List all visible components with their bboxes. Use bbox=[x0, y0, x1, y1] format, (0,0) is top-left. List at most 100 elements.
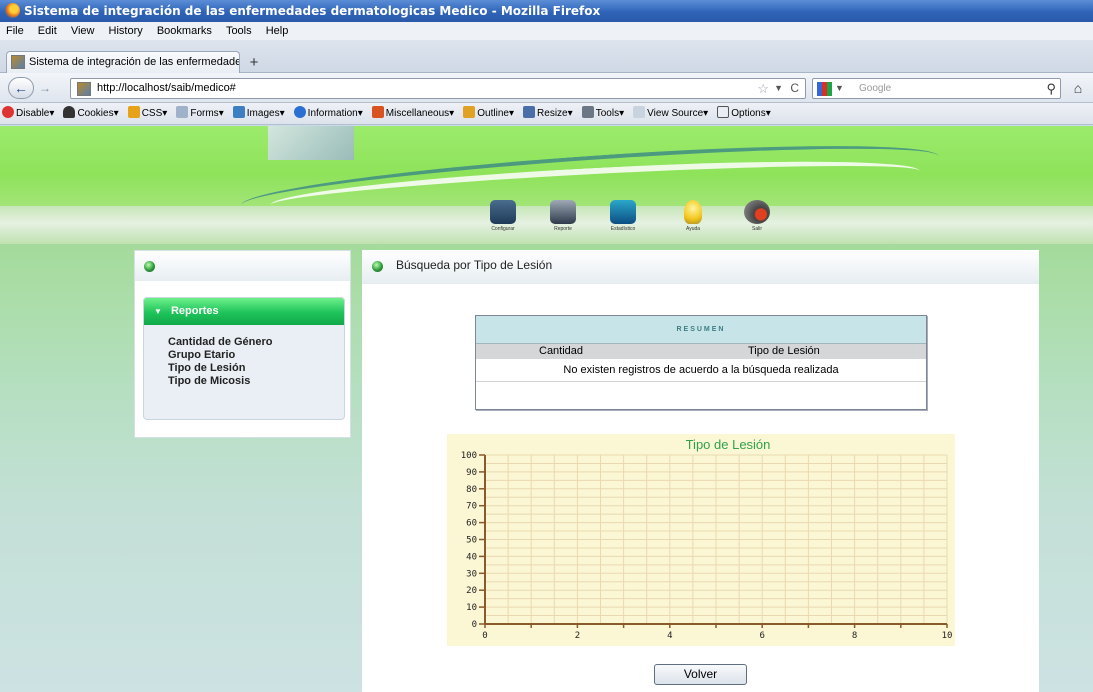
summary-caption: RESUMEN bbox=[476, 316, 926, 344]
dev-resize[interactable]: Resize▾ bbox=[523, 103, 573, 124]
dev-miscellaneous[interactable]: Miscellaneous▾ bbox=[371, 103, 454, 124]
images-icon bbox=[232, 106, 245, 118]
firefox-icon bbox=[5, 3, 20, 18]
dev-css[interactable]: CSS▾ bbox=[127, 103, 167, 124]
main-panel: Búsqueda por Tipo de Lesión RESUMEN Cant… bbox=[362, 250, 1039, 692]
bookmark-star-icon[interactable]: ☆ bbox=[757, 79, 769, 98]
view-source-icon bbox=[633, 106, 646, 118]
search-input[interactable]: ▼ Google ⚲ bbox=[812, 78, 1061, 99]
css-icon bbox=[127, 106, 140, 118]
dev-options[interactable]: Options▾ bbox=[717, 103, 771, 124]
miscellaneous-icon bbox=[371, 106, 384, 118]
information-icon bbox=[293, 106, 306, 118]
x-tick-label: 10 bbox=[942, 631, 953, 641]
tab-bar: Sistema de integración de las enfermedad… bbox=[0, 40, 1093, 73]
dev-view-source[interactable]: View Source▾ bbox=[633, 103, 708, 124]
summary-header-row: Cantidad Tipo de Lesión bbox=[476, 344, 926, 359]
monitor-icon bbox=[490, 200, 516, 224]
browser-tab[interactable]: Sistema de integración de las enfermedad… bbox=[6, 51, 240, 73]
nav-reporte[interactable]: Reporte bbox=[543, 200, 583, 232]
x-tick-label: 4 bbox=[667, 631, 672, 641]
summary-table: RESUMEN Cantidad Tipo de Lesión No exist… bbox=[475, 315, 927, 410]
nav-estadistico[interactable]: Estadístico bbox=[603, 200, 643, 232]
window-title-bar: Sistema de integración de las enfermedad… bbox=[0, 0, 1093, 22]
lesion-chart: 0 10 20 30 40 50 60 70 80 90 100 0 2 4 6 8 10 Tipo de Les… bbox=[461, 437, 953, 641]
nav-ayuda[interactable]: Ayuda bbox=[673, 200, 713, 232]
nav-salir[interactable]: Salir bbox=[737, 200, 777, 232]
cookies-icon bbox=[63, 106, 76, 118]
column-header-tipo-lesion: Tipo de Lesión bbox=[748, 345, 820, 357]
dev-cookies[interactable]: Cookies▾ bbox=[63, 103, 119, 124]
menu-bar: File Edit View History Bookmarks Tools H… bbox=[0, 22, 1093, 40]
new-tab-button[interactable]: + bbox=[244, 54, 264, 72]
column-header-cantidad: Cantidad bbox=[539, 345, 584, 357]
site-favicon-icon bbox=[11, 55, 25, 69]
y-tick-label: 20 bbox=[466, 586, 477, 596]
database-icon bbox=[610, 200, 636, 224]
y-tick-label: 60 bbox=[466, 519, 477, 529]
home-button[interactable]: ⌂ bbox=[1067, 78, 1089, 99]
tab-label: Sistema de integración de las enfermedad… bbox=[29, 56, 240, 68]
y-tick-label: 30 bbox=[466, 569, 477, 579]
chart-area: 0 10 20 30 40 50 60 70 80 90 100 0 2 4 6 8 10 Tipo de Les… bbox=[447, 434, 955, 646]
sidebar-item-grupo-etario[interactable]: Grupo Etario bbox=[168, 349, 344, 362]
y-tick-label: 50 bbox=[466, 536, 477, 546]
menu-history[interactable]: History bbox=[109, 22, 143, 40]
back-button[interactable]: ← bbox=[8, 77, 34, 99]
forward-button[interactable]: → bbox=[36, 79, 54, 97]
exit-icon bbox=[744, 200, 770, 224]
window-title: Sistema de integración de las enfermedad… bbox=[24, 4, 601, 18]
page-title: Búsqueda por Tipo de Lesión bbox=[396, 258, 553, 272]
dev-information[interactable]: Information▾ bbox=[293, 103, 363, 124]
menu-tools[interactable]: Tools bbox=[226, 22, 252, 40]
search-engine-dropdown-icon[interactable]: ▼ bbox=[835, 79, 844, 98]
dev-images[interactable]: Images▾ bbox=[232, 103, 285, 124]
url-bar[interactable]: http://localhost/saib/medico# ☆ ▼ C bbox=[70, 78, 806, 99]
navigation-toolbar: ← → http://localhost/saib/medico# ☆ ▼ C … bbox=[0, 73, 1093, 103]
back-button-volver[interactable]: Volver bbox=[654, 664, 747, 685]
resize-icon bbox=[523, 106, 536, 118]
banner-photo bbox=[268, 126, 354, 160]
chart-title: Tipo de Lesión bbox=[686, 437, 771, 452]
y-tick-label: 10 bbox=[466, 603, 477, 613]
search-placeholder: Google bbox=[859, 83, 892, 94]
dev-outline[interactable]: Outline▾ bbox=[463, 103, 514, 124]
main-panel-header: Búsqueda por Tipo de Lesión bbox=[362, 250, 1039, 284]
y-tick-label: 70 bbox=[466, 502, 477, 512]
reload-icon[interactable]: C bbox=[790, 79, 799, 98]
page-viewport: Configurar Reporte Estadístico Ayuda Sal… bbox=[0, 126, 1093, 692]
y-tick-label: 100 bbox=[461, 451, 477, 461]
sidebar-item-tipo-lesion[interactable]: Tipo de Lesión bbox=[168, 362, 344, 375]
green-bullet-icon bbox=[144, 261, 155, 272]
search-icon[interactable]: ⚲ bbox=[1046, 79, 1056, 98]
printer-icon bbox=[550, 200, 576, 224]
nav-configurar[interactable]: Configurar bbox=[483, 200, 523, 232]
menu-edit[interactable]: Edit bbox=[38, 22, 57, 40]
menu-help[interactable]: Help bbox=[266, 22, 289, 40]
sidebar-item-tipo-micosis[interactable]: Tipo de Micosis bbox=[168, 375, 344, 388]
reports-menu-header[interactable]: ▼ Reportes bbox=[144, 298, 344, 325]
url-dropdown-icon[interactable]: ▼ bbox=[774, 79, 783, 98]
chevron-down-icon: ▼ bbox=[154, 307, 162, 316]
outline-icon bbox=[463, 106, 476, 118]
site-favicon-icon bbox=[77, 82, 91, 96]
sidebar-item-cantidad-genero[interactable]: Cantidad de Género bbox=[168, 336, 344, 349]
reports-menu: ▼ Reportes Cantidad de Género Grupo Etar… bbox=[143, 297, 345, 420]
dev-tools[interactable]: Tools▾ bbox=[581, 103, 624, 124]
menu-bookmarks[interactable]: Bookmarks bbox=[157, 22, 212, 40]
forms-icon bbox=[176, 106, 189, 118]
y-tick-label: 0 bbox=[472, 620, 477, 630]
y-tick-label: 90 bbox=[466, 468, 477, 478]
sidebar-panel: ▼ Reportes Cantidad de Género Grupo Etar… bbox=[134, 250, 351, 438]
google-logo-icon bbox=[817, 82, 832, 96]
dev-forms[interactable]: Forms▾ bbox=[176, 103, 224, 124]
dev-disable[interactable]: Disable▾ bbox=[2, 103, 54, 124]
lightbulb-icon bbox=[684, 200, 702, 224]
options-icon bbox=[717, 106, 730, 118]
tools-icon bbox=[581, 106, 594, 118]
x-tick-label: 2 bbox=[575, 631, 580, 641]
menu-file[interactable]: File bbox=[6, 22, 24, 40]
web-developer-toolbar: Disable▾ Cookies▾ CSS▾ Forms▾ Images▾ In… bbox=[0, 103, 1093, 125]
x-tick-label: 0 bbox=[482, 631, 487, 641]
menu-view[interactable]: View bbox=[71, 22, 95, 40]
